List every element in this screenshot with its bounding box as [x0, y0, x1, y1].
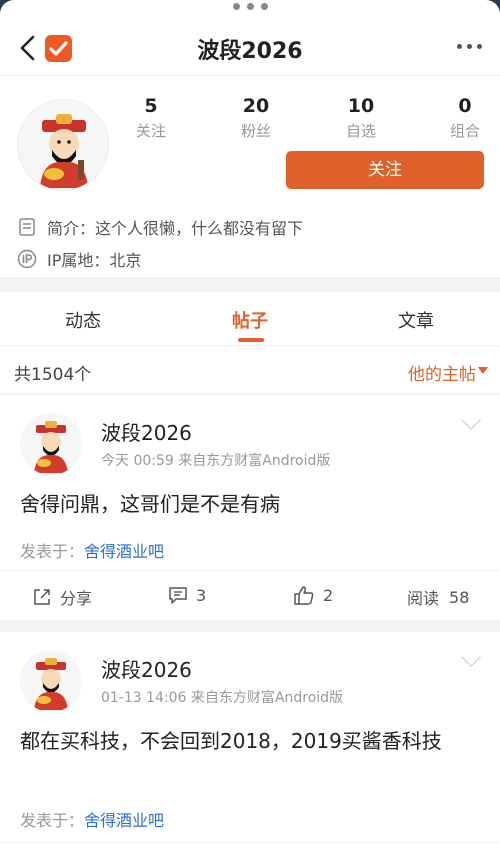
stat-label: 关注 [135, 122, 166, 140]
stat-number: 10 [347, 95, 375, 117]
comment-count: 3 [196, 585, 207, 605]
posted-in: 发表于：舍得酒业吧 [20, 538, 164, 562]
stat-number: 20 [242, 95, 270, 117]
profile-screen: 波段2026 5 关注 20 粉丝 10 自选 0 组合 关注 简介：这个人很懒… [0, 0, 500, 860]
stat-label: 粉丝 [240, 122, 271, 140]
tab-bar: 动态 帖子 文章 [0, 292, 500, 346]
follow-button[interactable]: 关注 [286, 151, 484, 189]
ip-row: IP属地：北京 [17, 248, 141, 270]
active-tab-indicator [238, 338, 264, 342]
post-card[interactable]: 波段2026 01-13 14:06 来自东方财富Android版 都在买科技，… [0, 632, 500, 860]
post-filter-dropdown[interactable]: 他的主帖 [408, 360, 476, 385]
stat-portfolios[interactable]: 0 组合 [430, 95, 500, 141]
chevron-down-icon[interactable] [461, 647, 481, 667]
comment-button[interactable]: 3 [168, 585, 206, 605]
section-divider [0, 620, 500, 632]
document-icon [19, 218, 35, 236]
stat-following[interactable]: 5 关注 [116, 95, 186, 141]
post-meta: 01-13 14:06 来自东方财富Android版 [101, 690, 344, 706]
forum-link[interactable]: 舍得酒业吧 [84, 542, 164, 561]
section-divider [0, 277, 500, 292]
share-button[interactable]: 分享 [32, 585, 92, 609]
stat-label: 组合 [449, 122, 480, 140]
comment-icon [169, 587, 187, 604]
like-button[interactable]: 2 [293, 585, 333, 605]
page-title: 波段2026 [197, 39, 303, 64]
avatar[interactable] [20, 413, 82, 475]
stat-watchlist[interactable]: 10 自选 [326, 95, 396, 141]
share-label: 分享 [60, 589, 93, 608]
read-number: 58 [449, 587, 470, 607]
tab-activity[interactable]: 动态 [23, 307, 143, 333]
stat-label: 自选 [345, 122, 376, 140]
post-actions: 分享 3 2 阅读 58 [0, 570, 500, 620]
tab-posts[interactable]: 帖子 [190, 307, 310, 333]
avatar[interactable] [17, 99, 109, 191]
stat-followers[interactable]: 20 粉丝 [221, 95, 291, 141]
tab-articles[interactable]: 文章 [356, 307, 476, 333]
posted-in-label: 发表于： [20, 542, 85, 561]
read-label: 阅读 [407, 589, 440, 608]
bio-row: 简介：这个人很懒，什么都没有留下 [17, 216, 303, 238]
post-author[interactable]: 波段2026 [101, 417, 192, 446]
thumbs-up-icon [294, 586, 314, 605]
avatar[interactable] [20, 650, 82, 712]
post-author[interactable]: 波段2026 [101, 654, 192, 683]
list-header: 共1504个 他的主帖 [0, 347, 500, 393]
post-card[interactable]: 波段2026 今天 00:59 来自东方财富Android版 舍得问鼎，这哥们是… [0, 395, 500, 620]
post-content[interactable]: 都在买科技，不会回到2018，2019买酱香科技 [20, 724, 480, 758]
stat-number: 0 [458, 95, 472, 117]
share-icon [34, 589, 50, 605]
caret-down-icon[interactable] [478, 367, 488, 374]
read-count: 阅读 58 [407, 585, 469, 609]
profile-header: 5 关注 20 粉丝 10 自选 0 组合 关注 简介：这个人很懒，什么都没有留… [0, 77, 500, 277]
posted-in-label: 发表于： [20, 811, 85, 830]
forum-link[interactable]: 舍得酒业吧 [84, 811, 164, 830]
post-meta: 今天 00:59 来自东方财富Android版 [101, 453, 331, 469]
post-count: 共1504个 [14, 365, 92, 385]
posted-in: 发表于：舍得酒业吧 [20, 807, 164, 831]
post-content[interactable]: 舍得问鼎，这哥们是不是有病 [20, 487, 480, 521]
ip-text: IP属地：北京 [47, 251, 142, 270]
bio-text: 简介：这个人很懒，什么都没有留下 [47, 219, 304, 238]
like-count: 2 [323, 585, 334, 605]
ip-location-icon [17, 249, 37, 269]
nav-bar: 波段2026 [0, 18, 500, 76]
post-actions [0, 842, 500, 860]
sheet-grabber[interactable] [0, 3, 500, 10]
more-options-icon[interactable] [457, 44, 482, 49]
chevron-down-icon[interactable] [461, 410, 481, 430]
stat-number: 5 [144, 95, 158, 117]
